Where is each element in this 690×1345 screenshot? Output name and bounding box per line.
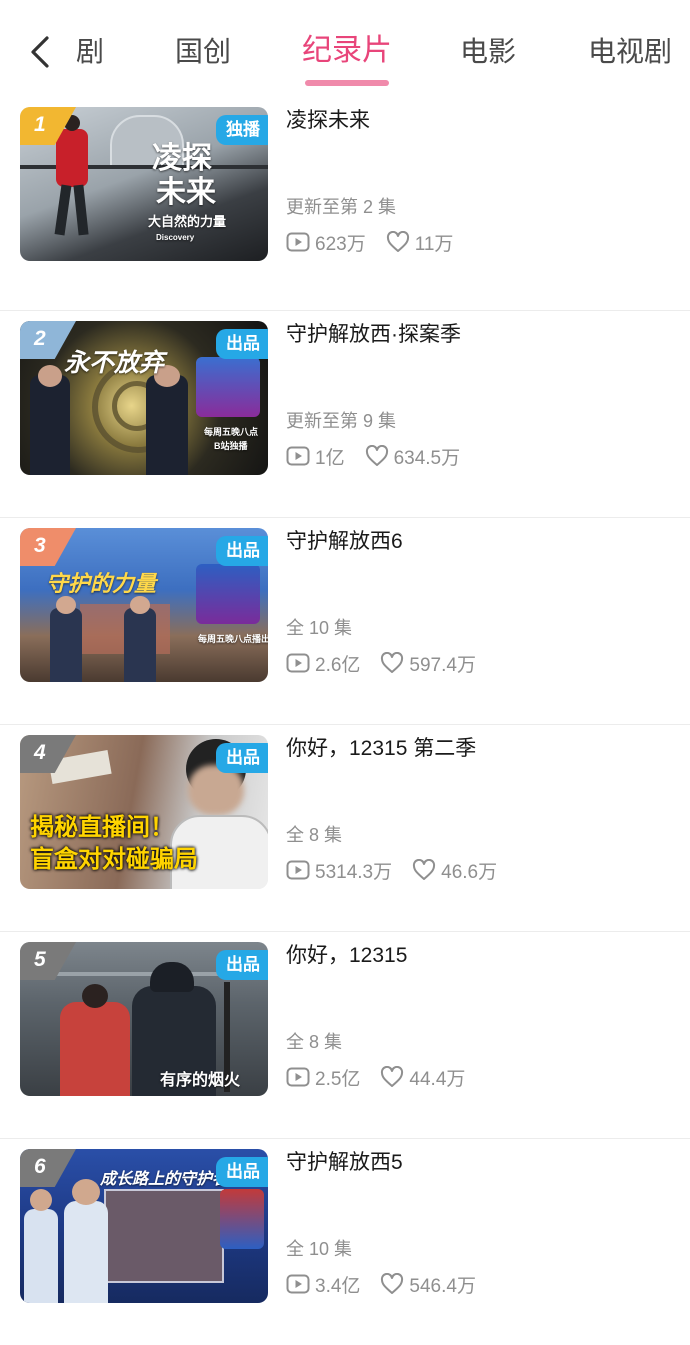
like-count-value: 46.6万 [441,861,498,883]
episode-status: 全 8 集 [286,1032,343,1052]
poster-thumbnail[interactable]: 有序的烟火 5 出品 [20,942,268,1096]
play-count: 2.6亿 [286,650,360,677]
poster-subtitle-text: 大自然的力量 [148,214,227,229]
like-count: 46.6万 [412,857,497,884]
item-stats: 3.4亿 546.4万 [286,1270,496,1298]
active-tab-indicator [305,80,389,86]
like-count: 546.4万 [380,1271,476,1298]
episode-status: 更新至第 9 集 [286,411,397,431]
poster-subtitle-text: 每周五晚八点播出 [198,634,268,644]
play-count-value: 5314.3万 [315,861,393,883]
poster-thumbnail[interactable]: 凌探 未来 大自然的力量 Discovery 1 独播 [20,107,268,261]
chevron-left-icon [31,36,49,68]
poster-title-text: 永不放弃 [64,349,165,377]
poster-brand-text: Discovery [156,233,195,242]
exclusive-badge: 独播 [216,115,268,145]
heart-icon [365,445,388,466]
list-item[interactable]: 成长路上的守护者 6 出品 守护解放西5 全 10 集 3.4亿 546.4万 [0,1139,690,1345]
poster-title-text: 守护的力量 [46,571,157,596]
episode-status: 全 8 集 [286,825,343,845]
tab-documentary[interactable]: 纪录片 [302,31,392,71]
heart-icon [381,652,404,673]
produced-badge: 出品 [216,536,268,566]
play-icon [286,232,310,252]
play-count-value: 1亿 [315,447,345,469]
play-icon [286,860,310,880]
like-count: 634.5万 [365,443,461,470]
play-count: 623万 [286,229,366,256]
tab-guochuang[interactable]: 国创 [175,32,231,72]
like-count: 597.4万 [380,650,476,677]
produced-badge: 出品 [216,329,268,359]
list-item[interactable]: 有序的烟火 5 出品 你好，12315 全 8 集 2.5亿 44.4万 [0,932,690,1139]
heart-icon [381,1273,404,1294]
poster-title-text: 有序的烟火 [160,1072,241,1089]
play-icon [286,1067,310,1087]
tab-movie[interactable]: 电影 [460,32,516,72]
play-count-value: 2.6亿 [315,654,361,676]
play-icon [286,653,310,673]
like-count-value: 44.4万 [409,1068,466,1090]
ranking-list: 凌探 未来 大自然的力量 Discovery 1 独播 凌探未来 更新至第 2 … [0,104,690,1345]
play-count-value: 623万 [315,233,366,255]
item-title[interactable]: 凌探未来 [286,106,370,136]
item-stats: 1亿 634.5万 [286,442,480,470]
poster-title-text: 揭秘直播间！ [30,814,174,841]
poster-title-text: 成长路上的守护者 [100,1171,229,1188]
play-count: 2.5亿 [286,1064,360,1091]
item-stats: 2.5亿 44.4万 [286,1063,485,1091]
list-item[interactable]: 永不放弃 每周五晚八点 B站独播 2 出品 守护解放西·探案季 更新至第 9 集… [0,311,690,518]
episode-status: 更新至第 2 集 [286,197,397,217]
play-icon [286,1274,310,1294]
poster-thumbnail[interactable]: 永不放弃 每周五晚八点 B站独播 2 出品 [20,321,268,475]
episode-status: 全 10 集 [286,618,353,638]
item-title[interactable]: 守护解放西·探案季 [286,320,461,350]
play-count-value: 2.5亿 [315,1068,361,1090]
poster-thumbnail[interactable]: 成长路上的守护者 6 出品 [20,1149,268,1303]
like-count-value: 11万 [414,233,454,255]
heart-icon [386,231,409,252]
produced-badge: 出品 [216,950,268,980]
play-icon [286,446,310,466]
item-title[interactable]: 你好，12315 第二季 [286,734,476,764]
heart-icon [413,859,436,880]
poster-thumbnail[interactable]: 守护的力量 每周五晚八点播出 3 出品 [20,528,268,682]
tab-drama[interactable]: 剧 [76,32,104,72]
list-item[interactable]: 凌探 未来 大自然的力量 Discovery 1 独播 凌探未来 更新至第 2 … [0,104,690,311]
poster-thumbnail[interactable]: 揭秘直播间！ 盲盒对对碰骗局 4 出品 [20,735,268,889]
item-stats: 2.6亿 597.4万 [286,649,496,677]
poster-subtitle-text: 每周五晚八点 [204,427,259,437]
list-item[interactable]: 揭秘直播间！ 盲盒对对碰骗局 4 出品 你好，12315 第二季 全 8 集 5… [0,725,690,932]
top-nav-bar: 剧 国创 纪录片 电影 电视剧 [0,0,690,104]
poster-subtitle-text: B站独播 [214,441,248,451]
item-title[interactable]: 守护解放西6 [286,527,403,557]
heart-icon [381,1066,404,1087]
like-count-value: 597.4万 [409,654,476,676]
item-title[interactable]: 你好，12315 [286,941,407,971]
like-count-value: 546.4万 [409,1275,476,1297]
item-stats: 623万 11万 [286,228,473,256]
back-button[interactable] [22,34,58,70]
produced-badge: 出品 [216,1157,268,1187]
like-count-value: 634.5万 [393,447,461,469]
like-count: 11万 [386,229,454,256]
episode-status: 全 10 集 [286,1239,353,1259]
item-stats: 5314.3万 46.6万 [286,856,517,884]
play-count: 1亿 [286,443,345,470]
poster-title-text: 未来 [156,176,216,209]
play-count: 5314.3万 [286,857,392,884]
play-count-value: 3.4亿 [315,1275,361,1297]
play-count: 3.4亿 [286,1271,360,1298]
tab-tv-series[interactable]: 电视剧 [588,32,672,72]
item-title[interactable]: 守护解放西5 [286,1148,403,1178]
poster-title-text: 盲盒对对碰骗局 [30,846,198,873]
like-count: 44.4万 [380,1064,465,1091]
list-item[interactable]: 守护的力量 每周五晚八点播出 3 出品 守护解放西6 全 10 集 2.6亿 5… [0,518,690,725]
produced-badge: 出品 [216,743,268,773]
